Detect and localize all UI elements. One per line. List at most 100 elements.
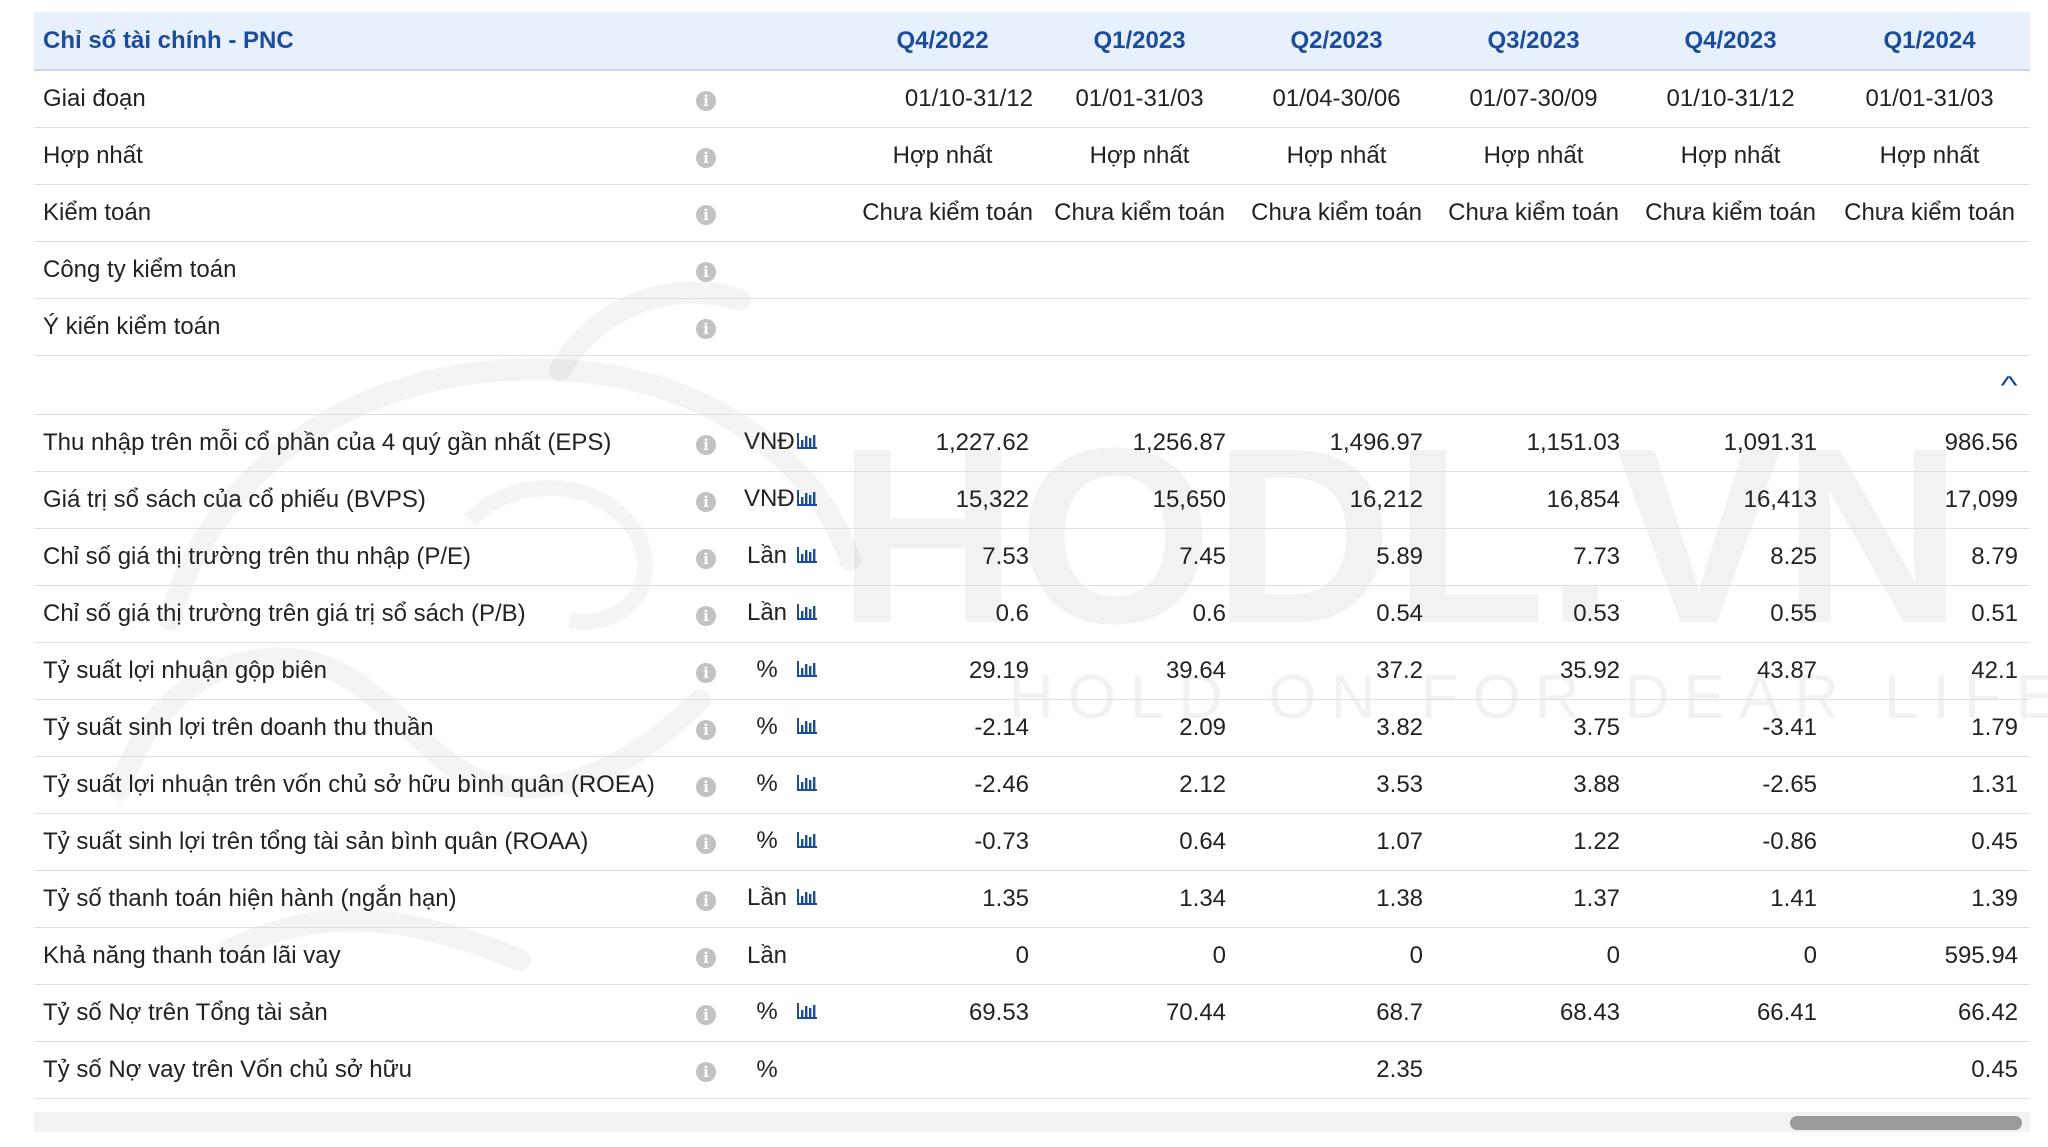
info-button[interactable]: i: [694, 699, 744, 757]
table-cell: 16,854: [1435, 471, 1633, 529]
table-cell: 7.73: [1435, 528, 1633, 586]
table-cell: [1632, 241, 1830, 299]
unit-label: %: [756, 1055, 778, 1083]
info-button[interactable]: i: [694, 184, 744, 242]
row-label: Giá trị sổ sách của cổ phiếu (BVPS): [34, 471, 694, 529]
info-icon[interactable]: i: [696, 662, 716, 683]
chevron-up-icon[interactable]: ^: [2000, 372, 2017, 398]
table-cell: Chưa kiểm toán: [1632, 184, 1830, 242]
info-icon[interactable]: i: [696, 90, 716, 111]
table-cell: 3.82: [1238, 699, 1436, 757]
table-cell: 0.45: [1829, 1041, 2031, 1099]
info-button[interactable]: i: [694, 414, 744, 472]
table-cell: 3.53: [1238, 756, 1436, 814]
table-cell: -2.14: [844, 699, 1042, 757]
table-cell: 0.64: [1041, 813, 1239, 871]
bar-chart-icon[interactable]: [796, 600, 818, 628]
table-cell: 986.56: [1829, 414, 2031, 472]
info-button[interactable]: i: [694, 298, 744, 356]
table-cell: 15,322: [844, 471, 1042, 529]
info-button[interactable]: i: [694, 984, 744, 1042]
unit-cell: %: [744, 756, 845, 814]
row-label: Tỷ số thanh toán hiện hành (ngắn hạn): [34, 870, 694, 928]
info-icon[interactable]: i: [696, 434, 716, 455]
info-button[interactable]: i: [694, 813, 744, 871]
info-icon[interactable]: i: [696, 548, 716, 569]
info-icon[interactable]: i: [696, 318, 716, 339]
info-icon[interactable]: i: [696, 605, 716, 626]
info-button[interactable]: i: [694, 927, 744, 985]
bar-chart-icon[interactable]: [796, 657, 818, 685]
info-icon[interactable]: i: [696, 776, 716, 797]
unit-label: %: [756, 998, 778, 1026]
table-cell: -3.41: [1632, 699, 1830, 757]
info-icon[interactable]: i: [696, 833, 716, 854]
column-header-quarter[interactable]: Q4/2022: [844, 12, 1042, 71]
info-button[interactable]: i: [694, 70, 744, 128]
bar-chart-icon[interactable]: [796, 885, 818, 913]
info-icon[interactable]: i: [696, 947, 716, 968]
bar-chart-icon[interactable]: [796, 714, 818, 742]
horizontal-scrollbar-thumb[interactable]: [1790, 1116, 2022, 1130]
info-icon[interactable]: i: [696, 1061, 716, 1082]
unit-cell: Lần: [744, 528, 845, 586]
info-button[interactable]: i: [694, 585, 744, 643]
info-button[interactable]: i: [694, 241, 744, 299]
info-button[interactable]: i: [694, 1041, 744, 1099]
table-cell: 1,227.62: [844, 414, 1042, 472]
info-icon[interactable]: i: [696, 204, 716, 225]
table-cell: [1041, 241, 1239, 299]
row-label: Khả năng thanh toán lãi vay: [34, 927, 694, 985]
table-cell: [1238, 241, 1436, 299]
info-button[interactable]: i: [694, 870, 744, 928]
table-cell: 01/04-30/06: [1238, 70, 1436, 128]
info-icon[interactable]: i: [696, 261, 716, 282]
info-icon[interactable]: i: [696, 1004, 716, 1025]
table-cell: 0.53: [1435, 585, 1633, 643]
table-cell: 0: [1041, 927, 1239, 985]
table-row: Tỷ suất lợi nhuận trên vốn chủ sở hữu bì…: [34, 756, 2031, 814]
info-icon[interactable]: i: [696, 719, 716, 740]
column-header-quarter[interactable]: Q4/2023: [1632, 12, 1830, 71]
unit-label: %: [756, 656, 778, 684]
info-button[interactable]: i: [694, 642, 744, 700]
bar-chart-icon[interactable]: [796, 429, 818, 457]
table-cell: 01/07-30/09: [1435, 70, 1633, 128]
bar-chart-icon[interactable]: [796, 771, 818, 799]
table-cell: [844, 241, 1042, 299]
bar-chart-icon[interactable]: [796, 543, 818, 571]
table-row-audit: Kiểm toán i Chưa kiểm toán Chưa kiểm toá…: [34, 184, 2031, 242]
table-cell: -0.86: [1632, 813, 1830, 871]
table-cell: 5.89: [1238, 528, 1436, 586]
horizontal-scrollbar-track[interactable]: [34, 1112, 2030, 1132]
info-button[interactable]: i: [694, 471, 744, 529]
info-icon[interactable]: i: [696, 147, 716, 168]
unit-label: %: [756, 713, 778, 741]
table-cell: 17,099: [1829, 471, 2031, 529]
column-header-quarter[interactable]: Q2/2023: [1238, 12, 1436, 71]
table-cell: 01/10-31/12: [1632, 70, 1830, 128]
unit-label: VNĐ: [744, 485, 795, 513]
table-cell: 1.22: [1435, 813, 1633, 871]
bar-chart-icon[interactable]: [796, 828, 818, 856]
info-icon[interactable]: i: [696, 890, 716, 911]
info-button[interactable]: i: [694, 127, 744, 185]
row-label: Ý kiến kiểm toán: [34, 298, 694, 356]
column-header-quarter[interactable]: Q3/2023: [1435, 12, 1633, 71]
bar-chart-icon[interactable]: [796, 999, 818, 1027]
table-row: Tỷ suất lợi nhuận gộp biên i% 29.19 39.64 37…: [34, 642, 2031, 700]
table-cell: [1435, 298, 1633, 356]
column-header-quarter[interactable]: Q1/2023: [1041, 12, 1239, 71]
unit-label: VNĐ: [744, 428, 795, 456]
table-cell: 7.45: [1041, 528, 1239, 586]
table-row-period: Giai đoạn i 01/10-31/12 01/01-31/03 01/0…: [34, 70, 2031, 128]
row-label: Tỷ suất lợi nhuận trên vốn chủ sở hữu bì…: [34, 756, 694, 814]
info-button[interactable]: i: [694, 528, 744, 586]
table-title: Chỉ số tài chính - PNC: [34, 12, 845, 71]
column-header-quarter[interactable]: Q1/2024: [1829, 12, 2031, 71]
row-label: Giai đoạn: [34, 70, 694, 128]
info-icon[interactable]: i: [696, 491, 716, 512]
bar-chart-icon[interactable]: [796, 486, 818, 514]
table-cell: 35.92: [1435, 642, 1633, 700]
info-button[interactable]: i: [694, 756, 744, 814]
